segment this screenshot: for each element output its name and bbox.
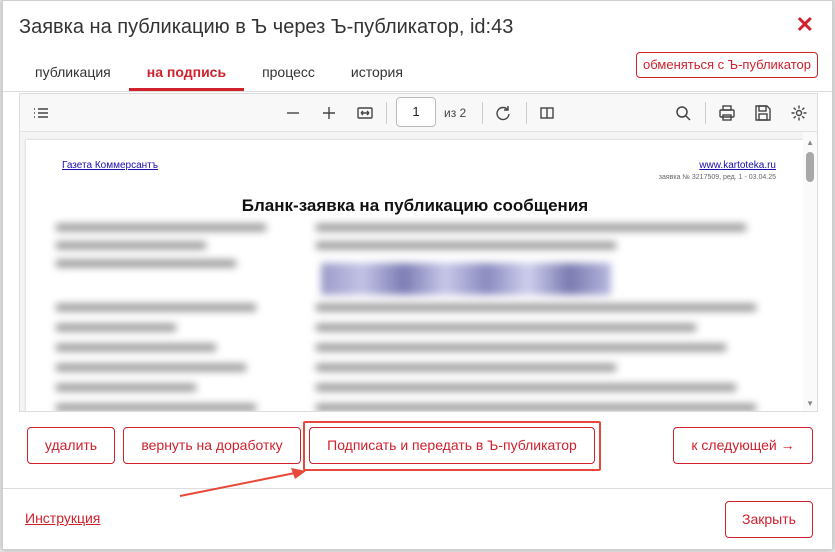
redacted-content (56, 218, 776, 411)
newspaper-link[interactable]: Газета Коммерсантъ (62, 160, 158, 171)
tab-history[interactable]: история (333, 55, 421, 91)
viewer-toolbar: 1 из 2 (20, 94, 817, 132)
return-for-revision-button[interactable]: вернуть на доработку (123, 427, 301, 464)
settings-icon[interactable] (790, 102, 808, 124)
tab-publication[interactable]: публикация (17, 55, 129, 91)
toolbar-separator (482, 102, 483, 124)
page-number-input[interactable]: 1 (396, 97, 436, 127)
tab-process[interactable]: процесс (244, 55, 333, 91)
scroll-down-icon[interactable]: ▼ (806, 399, 814, 408)
footer-divider (3, 488, 832, 489)
save-icon[interactable] (754, 102, 772, 124)
request-reference: заявка № 3217509, ред. 1 - 03.04.25 (658, 174, 776, 181)
toolbar-separator (705, 102, 706, 124)
list-icon[interactable] (32, 102, 50, 124)
zoom-in-icon[interactable] (320, 102, 338, 124)
search-icon[interactable] (674, 102, 692, 124)
tab-bar: публикация на подпись процесс история (17, 55, 421, 91)
fit-width-icon[interactable] (356, 102, 374, 124)
publication-dialog: Заявка на публикацию в Ъ через Ъ-публика… (2, 0, 833, 550)
scroll-up-icon[interactable]: ▲ (806, 138, 814, 147)
toolbar-separator (526, 102, 527, 124)
page-count: из 2 (444, 106, 467, 120)
close-icon[interactable]: ✕ (796, 14, 814, 36)
rotate-icon[interactable] (494, 102, 512, 124)
annotation-highlight (303, 421, 601, 471)
document-page: Газета Коммерсантъ www.kartoteka.ru заяв… (26, 140, 804, 411)
print-icon[interactable] (718, 102, 736, 124)
document-heading: Бланк-заявка на публикацию сообщения (241, 196, 589, 215)
tab-for-signature[interactable]: на подпись (128, 55, 245, 91)
tab-divider (3, 91, 832, 92)
page-view-icon[interactable] (538, 102, 556, 124)
kartoteka-link[interactable]: www.kartoteka.ru (699, 160, 776, 171)
instruction-link[interactable]: Инструкция (25, 510, 100, 526)
scrollbar-thumb[interactable] (806, 152, 814, 182)
dialog-title: Заявка на публикацию в Ъ через Ъ-публика… (19, 16, 514, 38)
pdf-viewer: 1 из 2 Газета Коммерсантъ www.kartoteka.… (19, 93, 818, 412)
zoom-out-icon[interactable] (284, 102, 302, 124)
toolbar-separator (386, 102, 387, 124)
next-button[interactable]: к следующей → (673, 427, 813, 464)
exchange-with-publisher-button[interactable]: обменяться с Ъ-публикатор (636, 52, 818, 78)
close-button[interactable]: Закрыть (725, 501, 813, 538)
delete-button[interactable]: удалить (27, 427, 115, 464)
